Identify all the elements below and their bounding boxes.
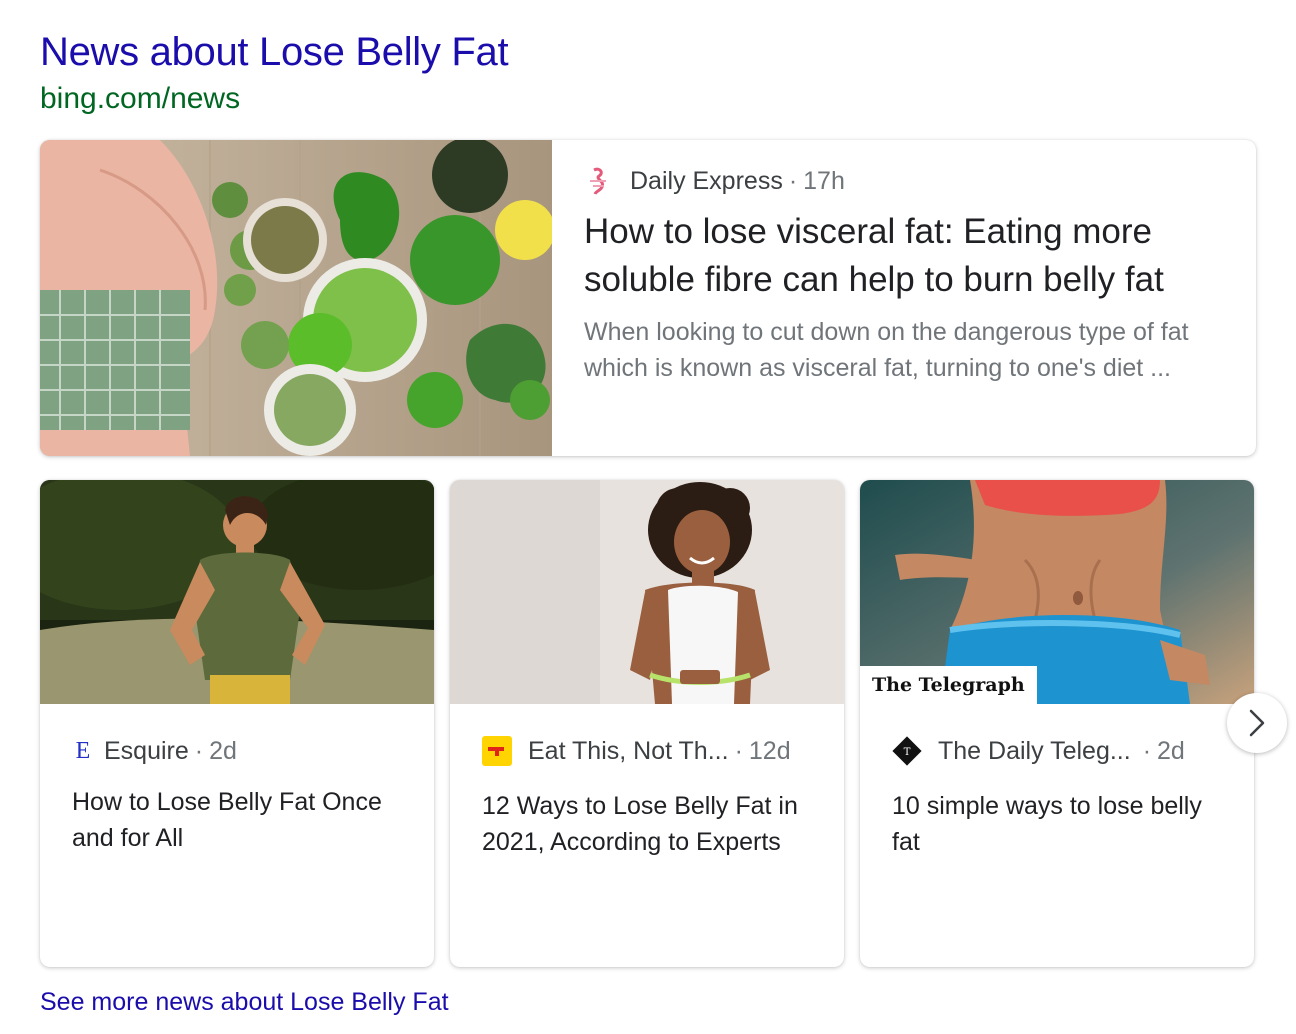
telegraph-source-row: T The Daily Teleg... · 2d xyxy=(892,734,1226,768)
telegraph-headline[interactable]: 10 simple ways to lose belly fat xyxy=(892,788,1226,860)
esquire-logo-icon: E xyxy=(75,738,91,764)
belly-and-vegetables-photo[interactable] xyxy=(40,140,552,456)
eat-this-timestamp: 12d xyxy=(748,737,791,765)
esquire-source-row: E Esquire · 2d xyxy=(72,734,406,768)
daily-express-logo-icon xyxy=(584,166,614,196)
featured-source-row: Daily Express · 17h xyxy=(584,164,1226,198)
news-card-telegraph[interactable]: The Telegraph T The Daily Teleg... · 2d … xyxy=(860,480,1254,967)
svg-text:T: T xyxy=(904,746,911,758)
carousel-next-button[interactable] xyxy=(1227,693,1287,753)
news-card-eat-this[interactable]: Eat This, Not Th... · 12d 12 Ways to Los… xyxy=(450,480,844,967)
telegraph-source-name[interactable]: The Daily Teleg... xyxy=(938,734,1131,768)
eat-this-headline[interactable]: 12 Ways to Lose Belly Fat in 2021, Accor… xyxy=(482,788,816,860)
featured-news-card[interactable]: Daily Express · 17h How to lose visceral… xyxy=(40,140,1256,456)
esquire-source-name[interactable]: Esquire xyxy=(104,734,189,768)
esquire-card-content: E Esquire · 2d How to Lose Belly Fat Onc… xyxy=(72,734,406,856)
chevron-right-icon xyxy=(1246,708,1268,738)
featured-headline[interactable]: How to lose visceral fat: Eating more so… xyxy=(584,208,1226,304)
esquire-headline[interactable]: How to Lose Belly Fat Once and for All xyxy=(72,784,406,856)
eat-this-source-row: Eat This, Not Th... · 12d xyxy=(482,734,816,768)
toned-abs-photo[interactable]: The Telegraph xyxy=(860,480,1254,704)
source-url: bing.com/news xyxy=(40,82,241,115)
featured-snippet: When looking to cut down on the dangerou… xyxy=(584,318,1189,382)
eat-this-logo-icon xyxy=(482,736,512,766)
featured-source-name[interactable]: Daily Express xyxy=(630,164,783,198)
eat-this-source-name[interactable]: Eat This, Not Th... xyxy=(528,734,729,768)
news-card-esquire[interactable]: E Esquire · 2d How to Lose Belly Fat Onc… xyxy=(40,480,434,967)
telegraph-timestamp: 2d xyxy=(1157,737,1185,765)
woman-measuring-waist-photo[interactable] xyxy=(450,480,844,704)
telegraph-logo-icon: T xyxy=(892,736,922,766)
telegraph-card-content: T The Daily Teleg... · 2d 10 simple ways… xyxy=(892,734,1226,860)
section-title-link[interactable]: News about Lose Belly Fat xyxy=(40,28,509,76)
featured-card-content: Daily Express · 17h How to lose visceral… xyxy=(584,164,1226,386)
man-running-photo[interactable] xyxy=(40,480,434,704)
featured-timestamp: 17h xyxy=(803,167,845,195)
separator-dot: · xyxy=(1142,737,1152,765)
separator-dot: · xyxy=(788,167,798,195)
separator-dot: · xyxy=(194,737,204,765)
telegraph-badge: The Telegraph xyxy=(860,666,1037,704)
see-more-news-link[interactable]: See more news about Lose Belly Fat xyxy=(40,986,449,1018)
eat-this-card-content: Eat This, Not Th... · 12d 12 Ways to Los… xyxy=(482,734,816,860)
separator-dot: · xyxy=(734,737,743,765)
esquire-timestamp: 2d xyxy=(209,737,237,765)
